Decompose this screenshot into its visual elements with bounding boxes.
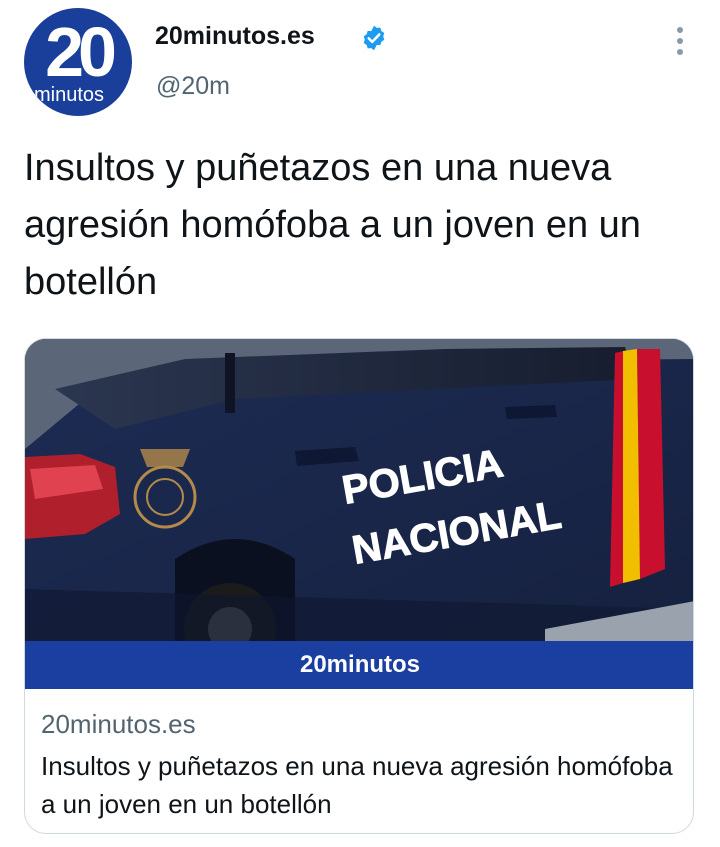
verified-badge-icon <box>363 25 385 51</box>
handle[interactable]: @20m <box>156 72 230 101</box>
avatar[interactable]: 20 minutos <box>24 8 132 116</box>
display-name[interactable]: 20minutos.es <box>155 22 315 51</box>
brand-bar: 20minutos <box>25 641 693 689</box>
more-vertical-icon[interactable] <box>668 24 692 58</box>
card-domain: 20minutos.es <box>41 709 196 739</box>
tweet-text: Insultos y puñetazos en una nueva agresi… <box>24 147 641 303</box>
card-image[interactable]: POLICIA NACIONAL <box>25 339 694 641</box>
link-card[interactable]: POLICIA NACIONAL 20minutos 20minutos.es … <box>24 338 694 834</box>
avatar-number: 20 <box>45 13 117 91</box>
avatar-word: minutos <box>34 84 105 106</box>
card-title: Insultos y puñetazos en una nueva agresi… <box>41 751 673 819</box>
